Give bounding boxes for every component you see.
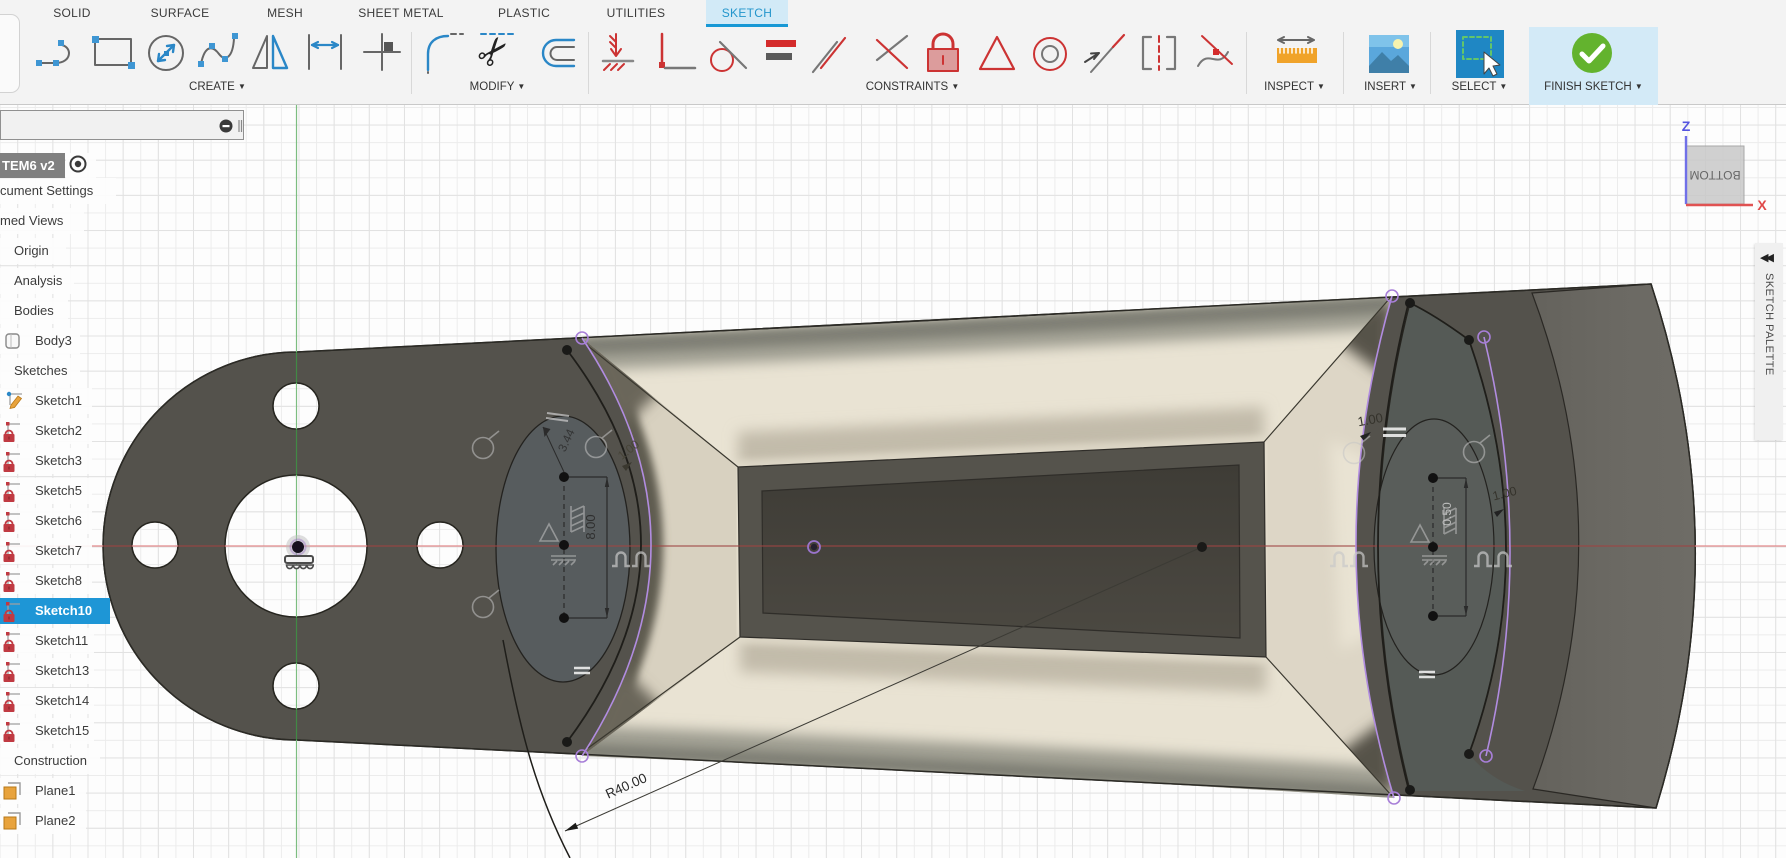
svg-text:0.50: 0.50 — [1440, 502, 1454, 526]
svg-text:X: X — [1757, 197, 1767, 213]
svg-text:Z: Z — [1682, 118, 1691, 134]
svg-text:8.00: 8.00 — [583, 514, 598, 539]
svg-text:BOTTOM: BOTTOM — [1689, 168, 1740, 182]
